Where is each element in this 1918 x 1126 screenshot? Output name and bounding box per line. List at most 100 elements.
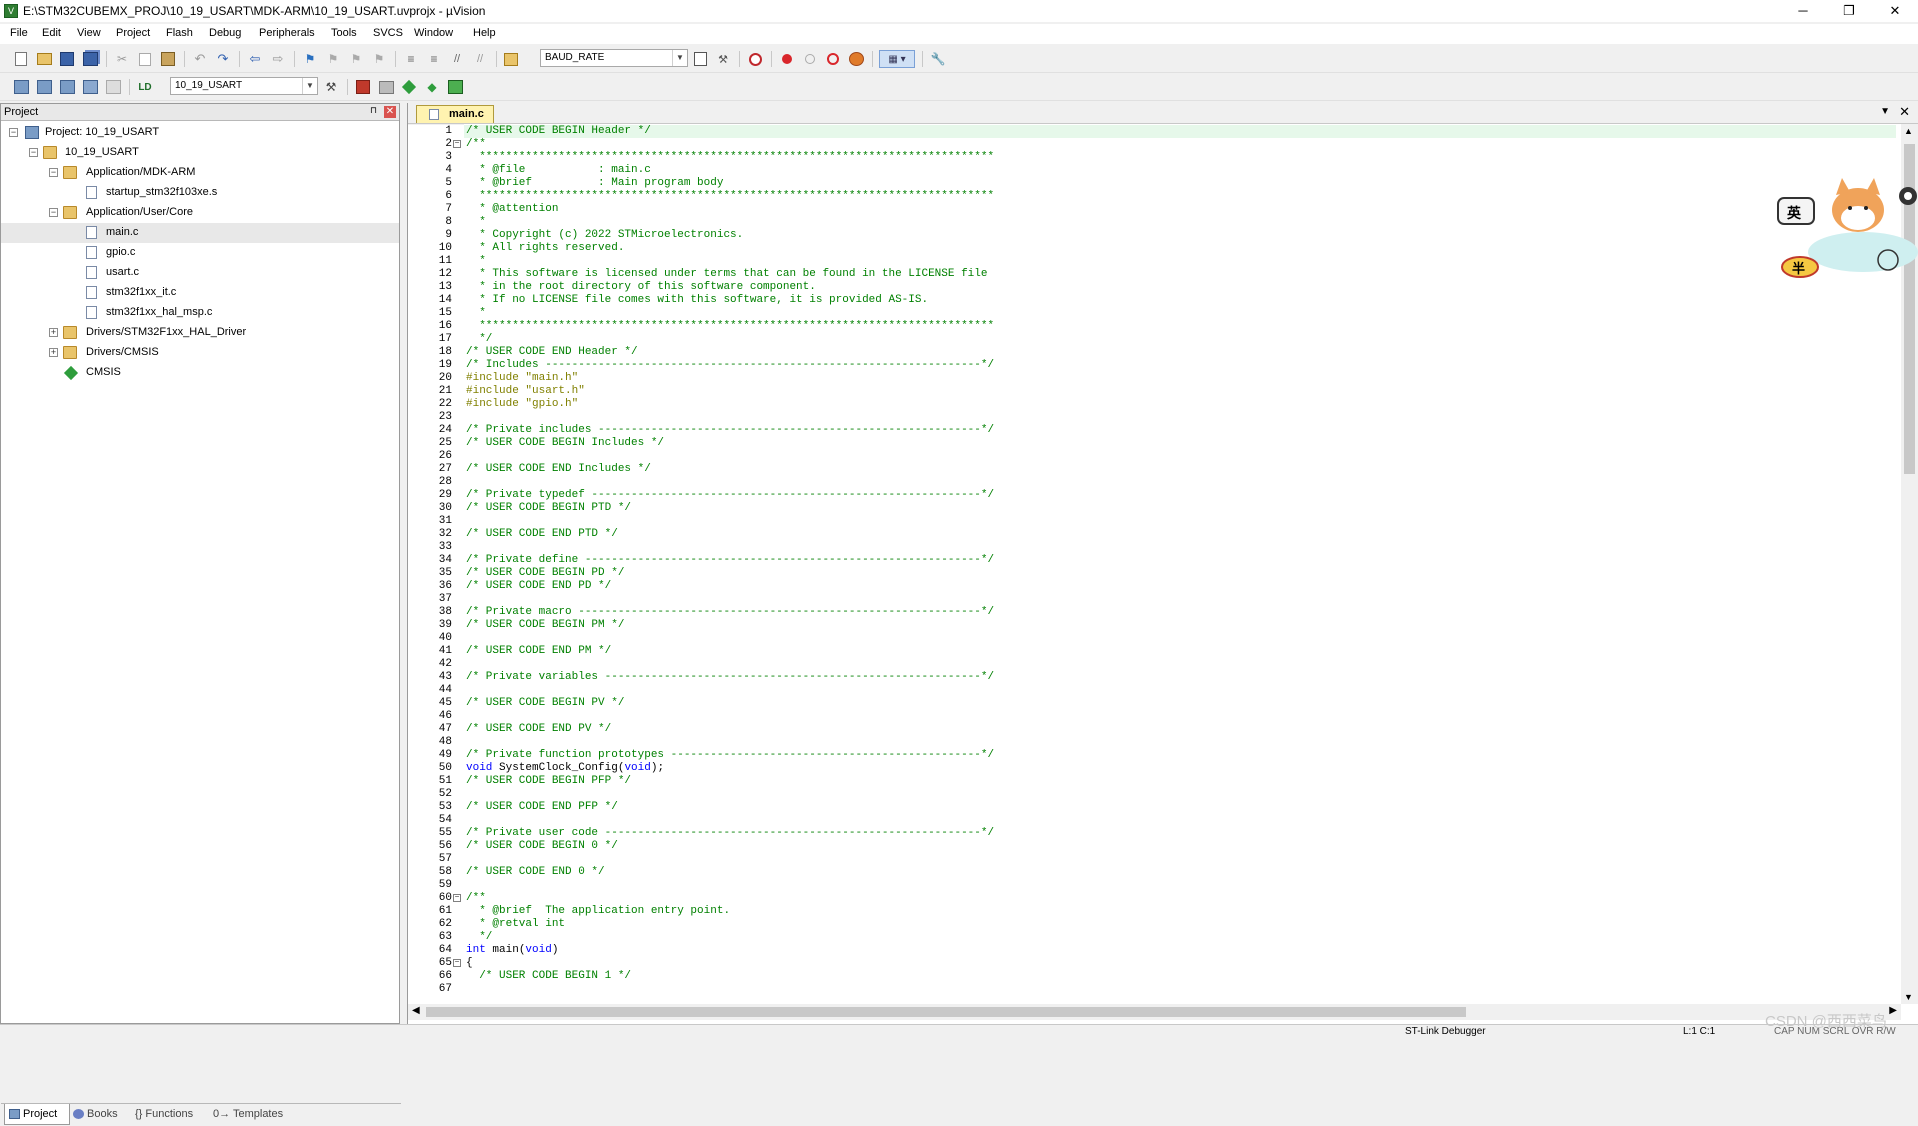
code-line[interactable]: 39 /* USER CODE BEGIN PM */ <box>439 619 1896 632</box>
code-line[interactable]: 49 /* Private function prototypes -------… <box>439 749 1896 762</box>
code-line[interactable]: 24 /* Private includes ------------------… <box>439 424 1896 437</box>
bookmark-toggle-icon[interactable]: ⚑ <box>301 50 319 68</box>
code-line[interactable]: 50 void SystemClock_Config(void); <box>439 762 1896 775</box>
code-line[interactable]: 59 <box>439 879 1896 892</box>
code-line[interactable]: 34 /* Private define --------------------… <box>439 554 1896 567</box>
translate-icon[interactable] <box>12 78 30 96</box>
menu-peripherals[interactable]: Peripherals <box>259 27 315 39</box>
code-line[interactable]: 2−/** <box>445 138 1896 151</box>
code-line[interactable]: 30 /* USER CODE BEGIN PTD */ <box>439 502 1896 515</box>
chevron-down-icon[interactable]: ▼ <box>302 78 317 94</box>
tree-item-target[interactable]: − 10_19_USART <box>1 143 399 163</box>
comment-icon[interactable]: // <box>448 50 466 68</box>
find-combo[interactable]: BAUD_RATE ▼ <box>540 49 688 67</box>
code-line[interactable]: 1 /* USER CODE BEGIN Header */ <box>445 125 1896 138</box>
code-line[interactable]: 4 * @file : main.c <box>445 164 1896 177</box>
code-line[interactable]: 6 **************************************… <box>445 190 1896 203</box>
nav-back-icon[interactable]: ⇦ <box>246 50 264 68</box>
menu-project[interactable]: Project <box>116 27 150 39</box>
manage-components-icon[interactable] <box>377 78 395 96</box>
code-line[interactable]: 56 /* USER CODE BEGIN 0 */ <box>439 840 1896 853</box>
code-line[interactable]: 23 <box>439 411 1896 424</box>
code-line[interactable]: 64 int main(void) <box>439 944 1896 957</box>
tree-item-file-selected[interactable]: main.c <box>1 223 399 243</box>
code-line[interactable]: 65−{ <box>439 957 1896 970</box>
code-line[interactable]: 16 *************************************… <box>439 320 1896 333</box>
new-file-icon[interactable] <box>12 50 30 68</box>
redo-icon[interactable]: ↷ <box>214 50 232 68</box>
minimize-button[interactable]: ─ <box>1780 0 1826 22</box>
restore-button[interactable]: ❐ <box>1826 0 1872 22</box>
close-editor-icon[interactable]: ✕ <box>1899 104 1910 120</box>
tree-toggle[interactable]: − <box>49 168 58 177</box>
code-line[interactable]: 15 * <box>439 307 1896 320</box>
menu-edit[interactable]: Edit <box>42 27 61 39</box>
chevron-down-icon[interactable]: ▼ <box>672 50 687 66</box>
bookmark-clear-icon[interactable]: ⚑ <box>370 50 388 68</box>
code-line[interactable]: 11 * <box>439 255 1896 268</box>
code-line[interactable]: 40 <box>439 632 1896 645</box>
breakpoint-disable-all-icon[interactable] <box>824 50 842 68</box>
code-line[interactable]: 32 /* USER CODE END PTD */ <box>439 528 1896 541</box>
close-button[interactable]: ✕ <box>1872 0 1918 22</box>
copy-icon[interactable] <box>136 50 154 68</box>
find-icon[interactable] <box>691 50 709 68</box>
code-line[interactable]: 19 /* Includes --------------------------… <box>439 359 1896 372</box>
unindent-icon[interactable]: ≡ <box>425 50 443 68</box>
code-line[interactable]: 5 * @brief : Main program body <box>445 177 1896 190</box>
tree-item-file[interactable]: stm32f1xx_it.c <box>1 283 399 303</box>
code-line[interactable]: 31 <box>439 515 1896 528</box>
menu-flash[interactable]: Flash <box>166 27 193 39</box>
stop-build-icon[interactable] <box>104 78 122 96</box>
code-line[interactable]: 3 **************************************… <box>445 151 1896 164</box>
tree-toggle[interactable]: + <box>49 348 58 357</box>
tab-project[interactable]: Project <box>4 1104 70 1125</box>
code-line[interactable]: 58 /* USER CODE END 0 */ <box>439 866 1896 879</box>
code-line[interactable]: 17 */ <box>439 333 1896 346</box>
find-in-files-icon[interactable] <box>502 50 520 68</box>
menu-file[interactable]: File <box>10 27 28 39</box>
code-line[interactable]: 43 /* Private variables -----------------… <box>439 671 1896 684</box>
code-line[interactable]: 41 /* USER CODE END PM */ <box>439 645 1896 658</box>
scroll-thumb[interactable] <box>426 1007 1466 1017</box>
code-line[interactable]: 47 /* USER CODE END PV */ <box>439 723 1896 736</box>
undo-icon[interactable]: ↶ <box>191 50 209 68</box>
tree-toggle[interactable]: − <box>9 128 18 137</box>
run-time-env-icon[interactable] <box>446 78 464 96</box>
code-line[interactable]: 55 /* Private user code -----------------… <box>439 827 1896 840</box>
tab-functions[interactable]: {} Functions <box>131 1104 205 1124</box>
code-line[interactable]: 35 /* USER CODE BEGIN PD */ <box>439 567 1896 580</box>
fold-toggle-icon[interactable]: − <box>453 959 461 967</box>
target-combo[interactable]: 10_19_USART ▼ <box>170 77 318 95</box>
bookmark-next-icon[interactable]: ⚑ <box>347 50 365 68</box>
breakpoint-kill-all-icon[interactable] <box>847 50 865 68</box>
configure-icon[interactable]: 🔧 <box>929 50 947 68</box>
tree-item-file[interactable]: gpio.c <box>1 243 399 263</box>
code-line[interactable]: 45 /* USER CODE BEGIN PV */ <box>439 697 1896 710</box>
scroll-down-icon[interactable]: ▼ <box>1904 992 1913 1002</box>
code-line[interactable]: 36 /* USER CODE END PD */ <box>439 580 1896 593</box>
tree-item-group[interactable]: − Application/MDK-ARM <box>1 163 399 183</box>
code-line[interactable]: 12 * This software is licensed under ter… <box>439 268 1896 281</box>
rebuild-icon[interactable] <box>58 78 76 96</box>
code-line[interactable]: 9 * Copyright (c) 2022 STMicroelectronic… <box>445 229 1896 242</box>
code-line[interactable]: 37 <box>439 593 1896 606</box>
tree-item-group[interactable]: + Drivers/STM32F1xx_HAL_Driver <box>1 323 399 343</box>
code-line[interactable]: 52 <box>439 788 1896 801</box>
tab-list-dropdown-icon[interactable]: ▼ <box>1880 106 1890 117</box>
code-line[interactable]: 67 <box>439 983 1896 996</box>
uncomment-icon[interactable]: // <box>471 50 489 68</box>
code-line[interactable]: 63 */ <box>439 931 1896 944</box>
scroll-up-icon[interactable]: ▲ <box>1904 126 1913 136</box>
scroll-left-icon[interactable]: ◀ <box>412 1005 420 1016</box>
load-download-icon[interactable]: LD <box>136 78 154 96</box>
menu-tools[interactable]: Tools <box>331 27 357 39</box>
code-area[interactable]: 1/* USER CODE BEGIN Header */2−/** 3 ****… <box>408 125 1896 1005</box>
cut-icon[interactable]: ✂ <box>113 50 131 68</box>
menu-svcs[interactable]: SVCS <box>373 27 403 39</box>
batch-build-icon[interactable] <box>81 78 99 96</box>
code-line[interactable]: 33 <box>439 541 1896 554</box>
code-line[interactable]: 26 <box>439 450 1896 463</box>
ime-mascot-overlay[interactable]: 英 半 <box>1768 170 1918 280</box>
pin-icon[interactable]: ⊓ <box>370 105 377 116</box>
